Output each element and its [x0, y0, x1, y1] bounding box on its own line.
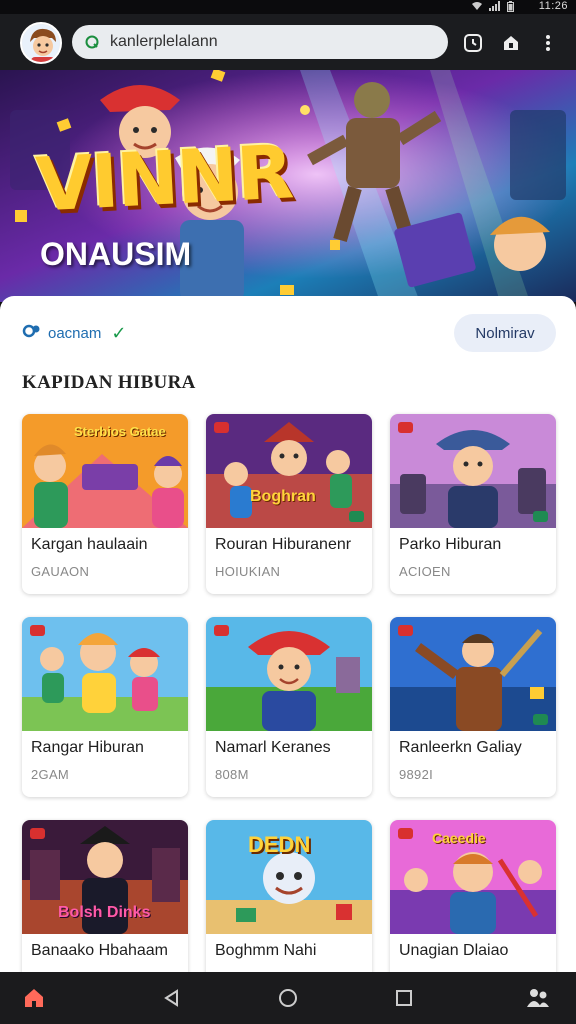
game-thumbnail: Sterbios Gatae	[22, 414, 188, 528]
content-panel: oacnam ✓ Nolmirav KAPIDAN HIBURA Sterbio…	[0, 296, 576, 972]
game-meta: 808M	[215, 767, 249, 782]
game-card[interactable]: Ranleerkn Galiay 9892I	[390, 617, 556, 797]
thumb-title: DEDN	[248, 832, 311, 857]
game-card[interactable]: Sterbios Gatae Kargan haulaain GAUAON	[22, 414, 188, 594]
game-meta: 2GAM	[31, 767, 70, 782]
game-name: Parko Hiburan	[399, 536, 502, 553]
account-row[interactable]: oacnam ✓	[22, 322, 126, 344]
game-name: Kargan haulaain	[31, 536, 148, 553]
thumb-badge	[214, 422, 229, 433]
game-card[interactable]: Bolsh Dinks Banaako Hbahaam	[22, 820, 188, 972]
home-icon[interactable]	[22, 986, 46, 1010]
game-name: Namarl Keranes	[215, 739, 331, 756]
thumb-badge	[30, 625, 45, 636]
game-meta: GAUAON	[31, 564, 90, 579]
url-text: kanlerplelalann	[110, 33, 218, 50]
thumb-badge	[214, 625, 229, 636]
game-card[interactable]: Rangar Hiburan 2GAM	[22, 617, 188, 797]
more-icon[interactable]	[537, 32, 559, 54]
hero-subtitle: ONAUSIM	[40, 236, 192, 272]
thumb-badge	[349, 511, 364, 522]
hero-title: VINNR	[33, 129, 294, 229]
game-thumbnail	[206, 617, 372, 731]
thumb-title: Sterbios Gatae	[74, 424, 166, 439]
game-card[interactable]: DEDN Boghmm Nahi	[206, 820, 372, 972]
back-icon[interactable]	[160, 986, 184, 1010]
clock: 11:26	[538, 0, 568, 12]
home-circle-icon[interactable]	[276, 986, 300, 1010]
thumb-title: Boghran	[250, 488, 316, 505]
game-meta: 9892I	[399, 767, 434, 782]
wifi-icon	[471, 1, 483, 15]
system-nav-bar	[0, 972, 576, 1024]
game-thumbnail	[390, 414, 556, 528]
game-thumbnail	[390, 617, 556, 731]
game-name: Rouran Hiburanenr	[215, 536, 352, 553]
signal-icon	[489, 1, 501, 15]
people-icon[interactable]	[526, 986, 550, 1010]
game-meta: HOIUKIAN	[215, 564, 281, 579]
browser-toolbar: kanlerplelalann	[0, 14, 576, 70]
game-thumbnail: DEDN	[206, 820, 372, 934]
status-bar: 11:26	[0, 0, 576, 14]
thumb-badge	[398, 828, 413, 839]
hero-banner[interactable]: VINNR ONAUSIM	[0, 70, 576, 302]
game-name: Unagian Dlaiao	[399, 942, 509, 959]
game-card[interactable]: Namarl Keranes 808M	[206, 617, 372, 797]
game-thumbnail	[22, 617, 188, 731]
secure-site-icon	[84, 34, 100, 50]
section-title: KAPIDAN HIBURA	[22, 372, 196, 393]
game-thumbnail: Bolsh Dinks	[22, 820, 188, 934]
game-name: Ranleerkn Galiay	[399, 739, 522, 756]
thumb-badge	[398, 625, 413, 636]
thumb-badge	[533, 511, 548, 522]
game-name: Banaako Hbahaam	[31, 942, 168, 959]
thumb-badge	[30, 828, 45, 839]
user-link-icon	[22, 322, 42, 344]
battery-icon	[507, 1, 514, 15]
tabs-icon[interactable]	[462, 32, 484, 54]
thumb-title: Caeedie	[432, 830, 486, 846]
account-name: oacnam	[48, 324, 102, 342]
game-name: Boghmm Nahi	[215, 942, 317, 959]
game-thumbnail: Caeedie	[390, 820, 556, 934]
verified-check-icon: ✓	[111, 322, 127, 343]
game-meta: ACIOEN	[399, 564, 451, 579]
game-card[interactable]: Parko Hiburan ACIOEN	[390, 414, 556, 594]
avatar[interactable]	[20, 22, 62, 64]
game-thumbnail: Boghran	[206, 414, 372, 528]
thumb-title: Bolsh Dinks	[58, 904, 151, 921]
game-card[interactable]: Boghran Rouran Hiburanenr HOIUKIAN	[206, 414, 372, 594]
game-card[interactable]: Caeedie Unagian Dlaiao	[390, 820, 556, 972]
account-action-button[interactable]: Nolmirav	[454, 314, 556, 352]
status-icons	[471, 1, 514, 15]
address-bar[interactable]: kanlerplelalann	[72, 25, 448, 59]
recents-icon[interactable]	[392, 986, 416, 1010]
thumb-badge	[533, 714, 548, 725]
thumb-badge	[398, 422, 413, 433]
game-name: Rangar Hiburan	[31, 739, 144, 756]
lock-share-icon[interactable]	[500, 32, 522, 54]
